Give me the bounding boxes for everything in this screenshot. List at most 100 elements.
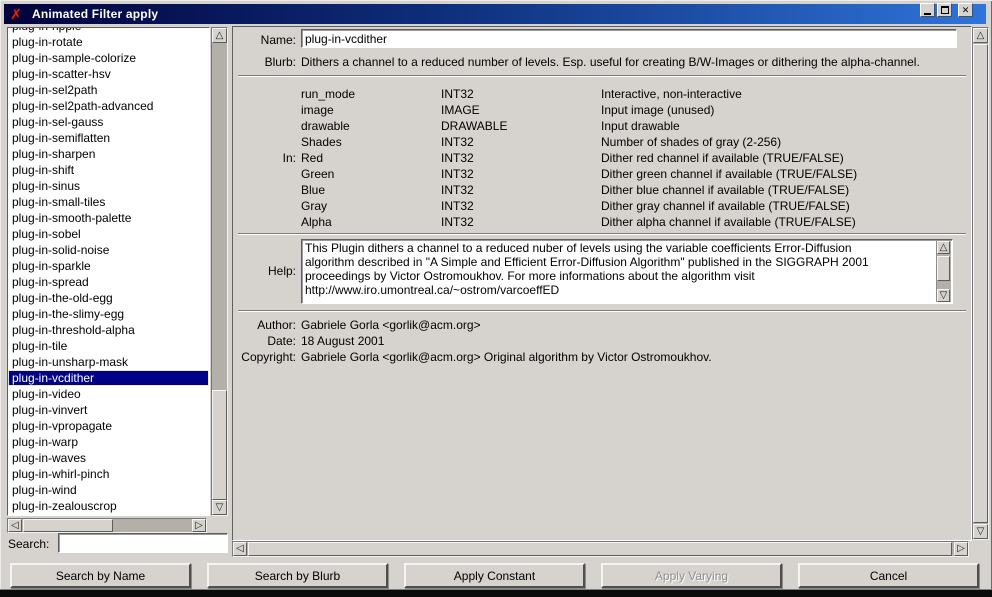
- list-item[interactable]: plug-in-shift: [8, 162, 209, 178]
- param-type: INT32: [441, 134, 474, 150]
- window-bottom-border: [0, 590, 992, 597]
- list-item[interactable]: plug-in-unsharp-mask: [8, 354, 209, 370]
- param-row: BlueINT32Dither blue channel if availabl…: [232, 182, 972, 198]
- help-line: This Plugin dithers a channel to a reduc…: [305, 241, 933, 255]
- blurb-value: Dithers a channel to a reduced number of…: [301, 55, 963, 69]
- list-item[interactable]: plug-in-tile: [8, 338, 209, 354]
- param-description: Input image (unused): [601, 102, 714, 118]
- list-item[interactable]: plug-in-smooth-palette: [8, 210, 209, 226]
- list-item[interactable]: plug-in-sel-gauss: [8, 114, 209, 130]
- panel-hscroll-thumb[interactable]: [248, 542, 952, 556]
- plugin-list: plug-in-rippleplug-in-rotateplug-in-samp…: [8, 27, 209, 514]
- search-input[interactable]: [58, 533, 228, 553]
- help-line: http://www.iro.umontreal.ca/~ostrom/varc…: [305, 283, 933, 297]
- list-item[interactable]: plug-in-warp: [8, 434, 209, 450]
- list-item[interactable]: plug-in-solid-noise: [8, 242, 209, 258]
- param-description: Dither alpha channel if available (TRUE/…: [601, 214, 856, 230]
- minimize-button[interactable]: [920, 3, 935, 17]
- list-item[interactable]: plug-in-rotate: [8, 34, 209, 50]
- button-cancel[interactable]: Cancel: [798, 563, 979, 588]
- scroll-right-icon: ▷: [957, 544, 965, 554]
- button-search-by-blurb[interactable]: Search by Blurb: [207, 563, 388, 588]
- param-description: Dither red channel if available (TRUE/FA…: [601, 150, 844, 166]
- list-scroll-left-button[interactable]: ◁: [8, 519, 22, 532]
- list-item[interactable]: plug-in-sharpen: [8, 146, 209, 162]
- help-vscrollbar[interactable]: △ ▽: [936, 241, 951, 302]
- list-item[interactable]: plug-in-vpropagate: [8, 418, 209, 434]
- help-textarea[interactable]: This Plugin dithers a channel to a reduc…: [301, 239, 953, 304]
- list-item[interactable]: plug-in-the-old-egg: [8, 290, 209, 306]
- param-gutter-label: In:: [232, 150, 296, 166]
- list-scroll-down-button[interactable]: ▽: [212, 500, 227, 515]
- scroll-up-icon: △: [216, 31, 224, 41]
- button-apply-constant[interactable]: Apply Constant: [404, 563, 585, 588]
- help-vscroll-thumb[interactable]: [937, 256, 950, 281]
- param-description: Number of shades of gray (2-256): [601, 134, 781, 150]
- param-type: INT32: [441, 198, 474, 214]
- close-button[interactable]: ✕: [958, 3, 973, 17]
- list-hscroll-thumb[interactable]: [23, 519, 113, 532]
- param-row: AlphaINT32Dither alpha channel if availa…: [232, 214, 972, 230]
- param-name: Gray: [301, 198, 327, 214]
- panel-scroll-down-button[interactable]: ▽: [973, 524, 988, 539]
- list-item[interactable]: plug-in-sample-colorize: [8, 50, 209, 66]
- help-scroll-down-button[interactable]: ▽: [937, 289, 950, 302]
- separator: [238, 233, 966, 235]
- scroll-up-icon: △: [977, 31, 985, 41]
- param-type: INT32: [441, 150, 474, 166]
- scroll-down-icon: ▽: [940, 291, 948, 301]
- list-item[interactable]: plug-in-wind: [8, 482, 209, 498]
- button-apply-varying: Apply Varying: [601, 563, 782, 588]
- list-hscrollbar[interactable]: ◁ ▷: [7, 518, 207, 533]
- name-input[interactable]: [301, 29, 957, 48]
- list-item[interactable]: plug-in-sel2path-advanced: [8, 98, 209, 114]
- button-search-by-name[interactable]: Search by Name: [10, 563, 191, 588]
- list-item[interactable]: plug-in-sobel: [8, 226, 209, 242]
- list-scroll-right-button[interactable]: ▷: [192, 519, 206, 532]
- list-item[interactable]: plug-in-small-tiles: [8, 194, 209, 210]
- list-item[interactable]: plug-in-waves: [8, 450, 209, 466]
- panel-hscrollbar[interactable]: ◁ ▷: [232, 541, 969, 557]
- param-description: Dither blue channel if available (TRUE/F…: [601, 182, 849, 198]
- param-description: Input drawable: [601, 118, 680, 134]
- list-item[interactable]: plug-in-ripple: [8, 27, 209, 34]
- param-description: Dither gray channel if available (TRUE/F…: [601, 198, 850, 214]
- list-item[interactable]: plug-in-sparkle: [8, 258, 209, 274]
- list-item[interactable]: plug-in-semiflatten: [8, 130, 209, 146]
- list-item[interactable]: plug-in-the-slimy-egg: [8, 306, 209, 322]
- param-type: INT32: [441, 166, 474, 182]
- list-item[interactable]: plug-in-vinvert: [8, 402, 209, 418]
- scroll-right-icon: ▷: [195, 521, 203, 531]
- scroll-up-icon: △: [940, 243, 948, 253]
- panel-scroll-up-button[interactable]: △: [973, 28, 988, 43]
- panel-scroll-right-button[interactable]: ▷: [954, 542, 968, 556]
- list-item[interactable]: plug-in-vcdither: [8, 370, 209, 386]
- help-scroll-up-button[interactable]: △: [937, 241, 950, 254]
- list-item[interactable]: plug-in-spread: [8, 274, 209, 290]
- param-name: Green: [301, 166, 334, 182]
- list-item[interactable]: plug-in-zealouscrop: [8, 498, 209, 514]
- param-name: Red: [301, 150, 323, 166]
- panel-vscrollbar[interactable]: △ ▽: [972, 27, 989, 540]
- param-name: drawable: [301, 118, 350, 134]
- blurb-label: Blurb:: [236, 55, 296, 69]
- author-label: Author:: [222, 318, 296, 334]
- list-item[interactable]: plug-in-scatter-hsv: [8, 66, 209, 82]
- list-item[interactable]: plug-in-whirl-pinch: [8, 466, 209, 482]
- list-item[interactable]: plug-in-sel2path: [8, 82, 209, 98]
- list-scroll-up-button[interactable]: △: [212, 28, 227, 43]
- titlebar[interactable]: ✗ Animated Filter apply: [4, 4, 986, 24]
- list-item[interactable]: plug-in-sinus: [8, 178, 209, 194]
- param-name: Alpha: [301, 214, 332, 230]
- list-item[interactable]: plug-in-video: [8, 386, 209, 402]
- list-item[interactable]: plug-in-threshold-alpha: [8, 322, 209, 338]
- panel-vscroll-thumb[interactable]: [973, 44, 988, 523]
- param-type: INT32: [441, 86, 474, 102]
- search-label: Search:: [8, 537, 49, 551]
- panel-scroll-left-button[interactable]: ◁: [233, 542, 247, 556]
- list-vscrollbar[interactable]: △ ▽: [211, 27, 228, 516]
- scroll-down-icon: ▽: [977, 527, 985, 537]
- list-vscroll-thumb[interactable]: [212, 390, 227, 500]
- param-row: In: Red INT32 Dither red channel if availab…: [232, 150, 972, 166]
- maximize-button[interactable]: [937, 3, 952, 17]
